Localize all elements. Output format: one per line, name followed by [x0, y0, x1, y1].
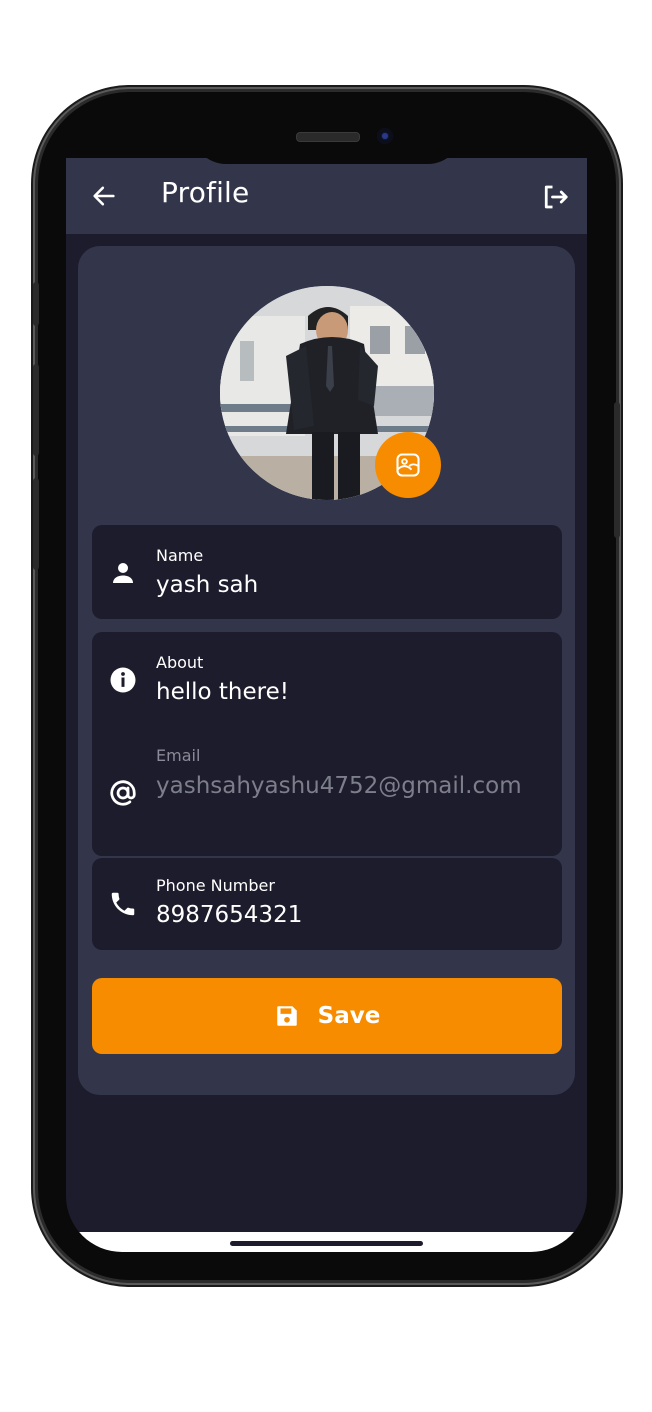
page-title: Profile [161, 176, 250, 209]
save-button[interactable]: Save [92, 978, 562, 1054]
logout-icon[interactable] [540, 182, 570, 212]
volume-down-button [33, 478, 39, 570]
email-value: yashsahyashu4752@gmail.com [156, 773, 522, 799]
front-camera [377, 128, 393, 144]
save-button-label: Save [317, 1003, 381, 1029]
phone-label: Phone Number [156, 876, 275, 895]
phone-icon [111, 892, 135, 916]
profile-card: Name yash sah About hello there! Email y… [78, 246, 575, 1095]
email-field: Email yashsahyashu4752@gmail.com [92, 728, 562, 856]
at-icon [110, 780, 136, 806]
phone-field[interactable]: Phone Number 8987654321 [92, 858, 562, 950]
about-label: About [156, 653, 204, 672]
app-bar: Profile [66, 158, 587, 234]
info-icon [110, 667, 136, 693]
name-field[interactable]: Name yash sah [92, 525, 562, 619]
edit-photo-button[interactable] [375, 432, 441, 498]
home-indicator[interactable] [230, 1241, 423, 1246]
power-button [614, 402, 620, 538]
about-value[interactable]: hello there! [156, 673, 556, 711]
email-label: Email [156, 746, 201, 765]
volume-up-button [33, 364, 39, 456]
mute-switch [33, 282, 39, 326]
arrow-left-icon[interactable] [90, 182, 118, 210]
person-icon [113, 563, 133, 583]
app-screen: Profile Name yash sah About hello there!… [66, 158, 587, 1252]
image-edit-icon [396, 453, 420, 477]
about-field[interactable]: About hello there! [92, 632, 562, 728]
name-value[interactable]: yash sah [156, 566, 556, 604]
name-label: Name [156, 546, 204, 565]
save-icon [276, 1006, 297, 1026]
speaker-grille [296, 132, 360, 142]
phone-value[interactable]: 8987654321 [156, 896, 556, 934]
